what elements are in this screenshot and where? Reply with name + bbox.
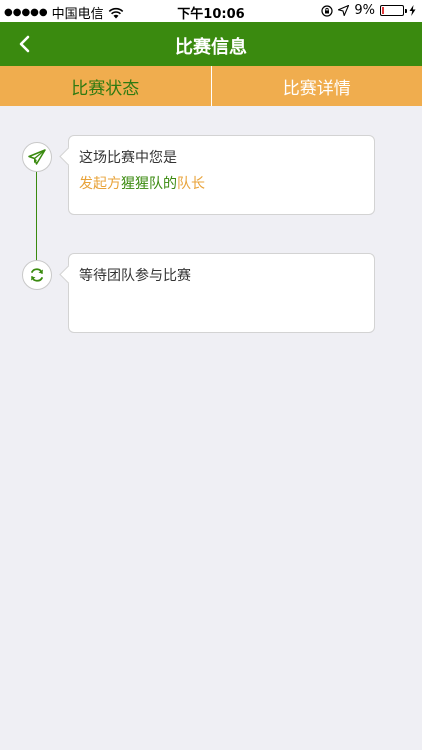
battery-percent: 9% (354, 3, 375, 18)
role-initiator-text: 发起方 (79, 176, 121, 192)
charging-icon (409, 5, 416, 16)
timeline-connector (36, 171, 37, 261)
waiting-status-text: 等待团队参与比赛 (79, 268, 191, 284)
orientation-lock-icon (321, 4, 333, 17)
role-captain-text: 队长 (177, 176, 205, 192)
battery-level (382, 7, 384, 14)
page-title: 比赛信息 (175, 37, 247, 58)
paper-plane-icon (28, 149, 46, 165)
role-intro-text: 这场比赛中您是 (79, 150, 177, 166)
role-description: 发起方猩猩队的队长 (79, 173, 364, 193)
refresh-icon (31, 268, 43, 282)
timeline-node-sent (22, 142, 52, 172)
timeline-node-waiting (22, 260, 52, 290)
location-icon (338, 5, 350, 16)
team-name-text: 猩猩队 (121, 176, 163, 192)
battery-icon (380, 5, 407, 16)
timeline-card-role: 这场比赛中您是 发起方猩猩队的队长 (68, 135, 375, 215)
tab-bar: 比赛状态 比赛详情 (0, 66, 422, 106)
tab-match-details[interactable]: 比赛详情 (212, 66, 422, 106)
navigation-bar: 比赛信息 (0, 22, 422, 66)
tab-match-status[interactable]: 比赛状态 (0, 66, 211, 106)
status-right: 9% (321, 3, 416, 18)
status-bar: ●●●●● 中国电信 下午10:06 9% (0, 0, 422, 22)
timeline-card-waiting: 等待团队参与比赛 (68, 253, 375, 333)
possessive-text: 的 (163, 176, 177, 192)
